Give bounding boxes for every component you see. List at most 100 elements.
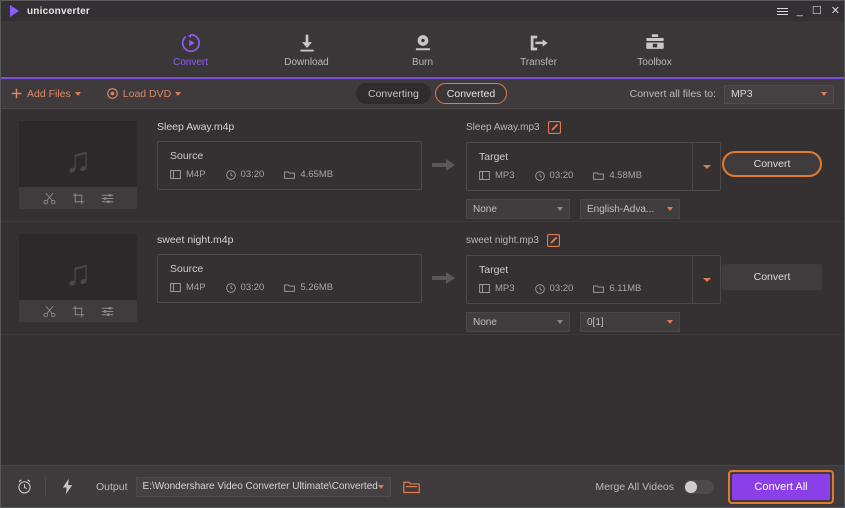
subtitle-select[interactable]: None bbox=[466, 312, 570, 332]
output-path-select[interactable]: E:\Wondershare Video Converter Ultimate\… bbox=[135, 476, 391, 497]
source-column: sweet night.m4p Source M4P 03:20 5.26MB bbox=[157, 234, 422, 303]
load-dvd-button[interactable]: Load DVD bbox=[106, 88, 171, 100]
file-thumbnail[interactable]: ♫ bbox=[19, 121, 137, 209]
target-format-dropdown[interactable] bbox=[692, 256, 720, 303]
nav-item-download[interactable]: Download bbox=[274, 30, 340, 68]
target-label: Target bbox=[479, 151, 509, 163]
film-icon bbox=[170, 170, 181, 179]
nav-item-burn[interactable]: Burn bbox=[390, 30, 456, 68]
add-files-dropdown-caret[interactable] bbox=[74, 91, 81, 96]
title-bar: uniconverter _ ☐ ✕ bbox=[1, 1, 844, 21]
merge-all-videos-toggle[interactable] bbox=[684, 480, 714, 494]
main-navigation: Convert Download Burn Transfer Toolbox bbox=[1, 21, 844, 79]
conversion-arrow bbox=[424, 121, 464, 209]
convert-all-button[interactable]: Convert All bbox=[732, 474, 830, 500]
convert-all-to-group: Convert all files to: MP3 bbox=[630, 79, 834, 109]
source-meta: M4P 03:20 4.65MB bbox=[170, 169, 409, 180]
target-size: 4.58MB bbox=[593, 170, 642, 181]
audio-track-select[interactable]: 0[1] bbox=[580, 312, 680, 332]
folder-icon bbox=[593, 285, 605, 293]
folder-icon bbox=[284, 171, 296, 179]
crop-icon[interactable] bbox=[72, 305, 85, 318]
folder-icon bbox=[284, 284, 296, 292]
nav-item-convert[interactable]: Convert bbox=[158, 30, 224, 68]
clock-icon bbox=[534, 283, 545, 294]
clock-icon bbox=[225, 169, 236, 180]
source-label: Source bbox=[170, 263, 204, 275]
divider bbox=[45, 476, 46, 497]
file-thumbnail[interactable]: ♫ bbox=[19, 234, 137, 322]
target-file-name: sweet night.mp3 bbox=[466, 235, 539, 246]
chevron-down-icon bbox=[377, 484, 384, 489]
trim-icon[interactable] bbox=[43, 192, 56, 205]
chevron-down-icon bbox=[557, 207, 563, 211]
convert-all-to-value: MP3 bbox=[731, 88, 753, 100]
nav-item-toolbox[interactable]: Toolbox bbox=[622, 30, 688, 68]
trim-icon[interactable] bbox=[43, 305, 56, 318]
film-icon bbox=[479, 171, 490, 180]
load-dvd-dropdown-caret[interactable] bbox=[175, 91, 182, 96]
clock-icon bbox=[534, 170, 545, 181]
target-column: sweet night.mp3 Target MP3 03:20 6.11MB … bbox=[466, 234, 721, 332]
nav-label-burn: Burn bbox=[411, 57, 434, 68]
folder-icon bbox=[593, 172, 605, 180]
convert-all-to-select[interactable]: MP3 bbox=[724, 84, 834, 104]
target-card: Target MP3 03:20 4.58MB bbox=[466, 142, 721, 191]
bottom-bar: Output E:\Wondershare Video Converter Ul… bbox=[1, 465, 844, 507]
target-column: Sleep Away.mp3 Target MP3 03:20 4.58MB N… bbox=[466, 121, 721, 219]
convert-button[interactable]: Convert bbox=[722, 264, 822, 290]
convert-button[interactable]: Convert bbox=[722, 151, 822, 177]
clock-icon bbox=[225, 282, 236, 293]
subtitle-select[interactable]: None bbox=[466, 199, 570, 219]
target-label: Target bbox=[479, 264, 509, 276]
source-format: M4P bbox=[170, 169, 206, 180]
application-window: uniconverter _ ☐ ✕ Convert Download Burn… bbox=[0, 0, 845, 508]
target-file-name: Sleep Away.mp3 bbox=[466, 122, 540, 133]
output-label: Output bbox=[96, 480, 128, 493]
source-format: M4P bbox=[170, 282, 206, 293]
effects-icon[interactable] bbox=[101, 192, 114, 205]
close-icon[interactable]: ✕ bbox=[831, 5, 840, 17]
edit-icon[interactable] bbox=[547, 121, 561, 134]
minimize-icon[interactable]: _ bbox=[797, 5, 803, 17]
target-header: Sleep Away.mp3 bbox=[466, 121, 721, 134]
audio-track-select[interactable]: English-Adva... bbox=[580, 199, 680, 219]
source-size: 4.65MB bbox=[284, 169, 333, 180]
thumbnail-tools bbox=[19, 187, 137, 209]
nav-label-transfer: Transfer bbox=[520, 57, 557, 68]
target-meta: MP3 03:20 4.58MB bbox=[479, 170, 708, 181]
source-meta: M4P 03:20 5.26MB bbox=[170, 282, 409, 293]
lightning-icon[interactable] bbox=[54, 478, 80, 495]
app-logo-icon bbox=[7, 4, 21, 18]
nav-label-toolbox: Toolbox bbox=[637, 57, 672, 68]
source-card: Source M4P 03:20 5.26MB bbox=[157, 254, 422, 303]
open-folder-button[interactable] bbox=[402, 480, 420, 494]
row-action-column: Convert bbox=[721, 234, 834, 290]
target-meta: MP3 03:20 6.11MB bbox=[479, 283, 708, 294]
nav-item-transfer[interactable]: Transfer bbox=[506, 30, 572, 68]
effects-icon[interactable] bbox=[101, 305, 114, 318]
music-note-icon: ♫ bbox=[64, 139, 92, 180]
edit-icon[interactable] bbox=[546, 234, 560, 247]
window-controls: _ ☐ ✕ bbox=[776, 1, 840, 21]
add-files-button[interactable]: Add Files bbox=[11, 88, 71, 100]
table-row: ♫ bbox=[1, 109, 844, 222]
target-format-dropdown[interactable] bbox=[692, 143, 720, 190]
nav-label-convert: Convert bbox=[172, 57, 208, 68]
crop-icon[interactable] bbox=[72, 192, 85, 205]
maximize-icon[interactable]: ☐ bbox=[812, 5, 822, 17]
tab-converting[interactable]: Converting bbox=[356, 83, 431, 104]
convert-all-to-label: Convert all files to: bbox=[629, 88, 716, 100]
menu-icon[interactable] bbox=[776, 6, 788, 17]
target-format: MP3 bbox=[479, 170, 515, 181]
status-tabs: Converting Converted bbox=[356, 83, 508, 104]
app-title: uniconverter bbox=[27, 5, 90, 17]
convert-icon bbox=[180, 30, 202, 54]
tab-converted[interactable]: Converted bbox=[434, 83, 508, 104]
add-files-label: Add Files bbox=[27, 87, 71, 100]
alarm-icon[interactable] bbox=[11, 478, 37, 495]
folder-open-icon bbox=[402, 481, 420, 493]
target-card: Target MP3 03:20 6.11MB bbox=[466, 255, 721, 304]
output-path-value: E:\Wondershare Video Converter Ultimate\… bbox=[142, 481, 378, 492]
arrow-right-icon bbox=[432, 272, 455, 284]
